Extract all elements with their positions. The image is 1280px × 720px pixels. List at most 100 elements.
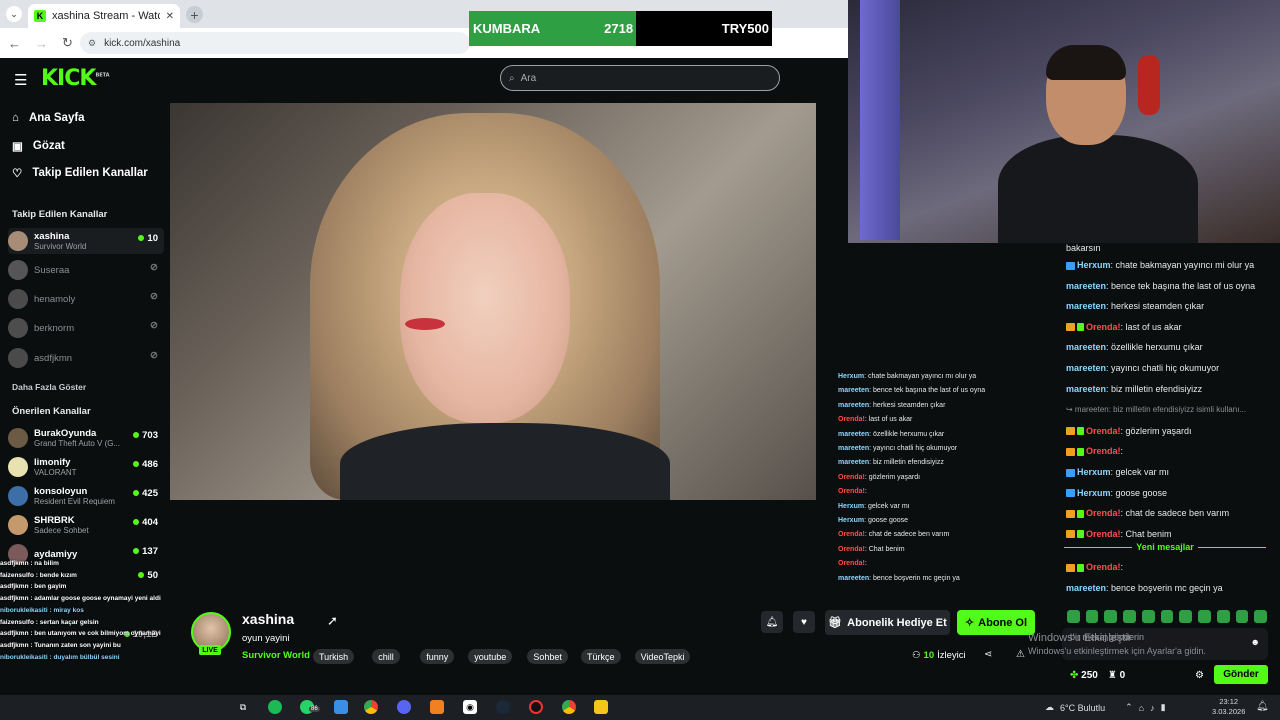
emote-icon[interactable]: [1104, 609, 1118, 623]
kick-logo[interactable]: KICKBETA: [41, 66, 110, 91]
show-more-link[interactable]: Daha Fazla Göster: [12, 382, 86, 392]
recommended-channel[interactable]: SHRBRK Sadece Sohbet 404: [8, 512, 164, 538]
hamburger-menu-icon[interactable]: ☰: [14, 71, 27, 89]
recommended-channel[interactable]: konsoloyun Resident Evil Requiem 425: [8, 483, 164, 509]
stream-tag[interactable]: chill: [372, 649, 400, 664]
battery-icon[interactable]: ▮: [1161, 702, 1166, 713]
points-display[interactable]: ✤ 250: [1070, 670, 1098, 681]
chat-message[interactable]: Herxum: goose goose: [1060, 483, 1280, 504]
chat-username[interactable]: mareeten: [1066, 583, 1106, 593]
nav-following[interactable]: ♡ Takip Edilen Kanallar: [12, 166, 148, 180]
nav-browse[interactable]: ▣ Gözat: [12, 139, 65, 153]
chat-username[interactable]: mareeten: [1066, 281, 1106, 291]
followed-channel-berknorm[interactable]: berknorm ⊘: [8, 315, 164, 341]
chat-message[interactable]: mareeten: bence boşverin mc geçin ya: [1060, 578, 1280, 599]
stream-tag[interactable]: funny: [420, 649, 455, 664]
chat-message[interactable]: Herxum: chate bakmayan yayıncı mi olur y…: [1060, 255, 1280, 276]
chat-message[interactable]: ↪ mareeten: biz milletin efendisiyizz is…: [1060, 399, 1280, 421]
tab-close-icon[interactable]: ✕: [166, 11, 174, 22]
chat-message[interactable]: mareeten: bence tek başına the last of u…: [1060, 276, 1280, 297]
follow-heart-button[interactable]: ♥: [793, 611, 815, 633]
stream-tag[interactable]: Sohbet: [527, 649, 568, 664]
subscribe-button[interactable]: ✧ Abone Ol: [957, 610, 1035, 635]
stream-tag[interactable]: youtube: [468, 649, 513, 664]
chrome-active-icon[interactable]: [562, 700, 576, 714]
streamer-name[interactable]: xashina: [242, 611, 294, 627]
steam-icon[interactable]: [496, 700, 510, 714]
tray-chevron-icon[interactable]: ⌃: [1125, 702, 1133, 713]
send-button[interactable]: Gönder: [1214, 665, 1268, 684]
chat-settings-icon[interactable]: ⚙: [1195, 670, 1204, 681]
chat-message[interactable]: Orenda!: chat de sadece ben varım: [1060, 503, 1280, 524]
new-tab-button[interactable]: +: [186, 6, 203, 23]
forward-icon[interactable]: →: [35, 36, 48, 51]
stream-tag[interactable]: VideoTepki: [634, 649, 691, 664]
emote-icon[interactable]: [1235, 609, 1249, 623]
stream-category[interactable]: Survivor World: [242, 650, 310, 661]
chat-username[interactable]: Orenda!: [1086, 322, 1121, 332]
emote-icon[interactable]: [1123, 609, 1136, 623]
notification-icon[interactable]: 🔔︎: [1256, 701, 1269, 712]
recommended-channel[interactable]: BurakOyunda Grand Theft Auto V (G... 703: [8, 425, 164, 451]
emote-icon[interactable]: [1198, 609, 1211, 623]
chat-username[interactable]: Herxum: [1077, 467, 1111, 477]
recommended-channel[interactable]: limonify VALORANT 486: [8, 454, 164, 480]
volume-icon[interactable]: ♪: [1150, 703, 1155, 713]
network-icon[interactable]: ⌂: [1139, 703, 1144, 713]
chat-username[interactable]: Orenda!: [1086, 529, 1121, 539]
chat-message[interactable]: mareeten: herkesi steamden çıkar: [1060, 296, 1280, 317]
chat-username[interactable]: Herxum: [1077, 260, 1111, 270]
files-icon[interactable]: [334, 700, 348, 714]
chat-message[interactable]: mareeten: biz milletin efendisiyizz: [1060, 379, 1280, 400]
chat-username[interactable]: Orenda!: [1086, 562, 1121, 572]
emote-icon[interactable]: [1179, 609, 1193, 623]
cloud-icon[interactable]: [430, 700, 444, 714]
chat-username[interactable]: mareeten: [1066, 363, 1106, 373]
reload-icon[interactable]: ↻: [62, 35, 73, 51]
url-field[interactable]: ⚙ kick.com/xashina: [80, 32, 470, 54]
chat-message[interactable]: Orenda!: gözlerim yaşardı: [1060, 421, 1280, 442]
spotify-icon[interactable]: [268, 700, 282, 714]
followed-channel-asdfjkmn[interactable]: asdfjkmn ⊘: [8, 345, 164, 371]
followed-channel-suseraa[interactable]: Suseraa ⊘: [8, 257, 164, 283]
chat-username[interactable]: mareeten: [1066, 301, 1106, 311]
back-icon[interactable]: ←: [8, 36, 21, 51]
task-view-icon[interactable]: ⧉: [236, 700, 250, 714]
chrome-icon[interactable]: [364, 700, 378, 714]
emote-icon[interactable]: [1085, 609, 1099, 623]
file-explorer-icon[interactable]: [594, 700, 608, 714]
chat-username[interactable]: Orenda!: [1086, 426, 1121, 436]
chat-username[interactable]: mareeten: [1066, 342, 1106, 352]
chat-message[interactable]: Orenda!:: [1060, 441, 1280, 462]
search-input[interactable]: ⌕ Ara: [500, 65, 780, 91]
chat-message[interactable]: mareeten: yayıncı chatli hiç okumuyor: [1060, 358, 1280, 379]
obs-icon[interactable]: ◉: [463, 700, 477, 714]
clock[interactable]: 23:12 3.03.2026: [1212, 697, 1245, 717]
stream-tag[interactable]: Turkish: [313, 649, 355, 664]
report-warning-icon[interactable]: ⚠: [1016, 649, 1025, 660]
chat-message[interactable]: Herxum: gelcek var mı: [1060, 462, 1280, 483]
riot-icon[interactable]: [529, 700, 543, 714]
chat-username[interactable]: Orenda!: [1086, 446, 1121, 456]
share-icon[interactable]: ⋖: [984, 649, 992, 660]
emote-icon[interactable]: [1254, 609, 1268, 623]
followed-channel-henamoly[interactable]: henamoly ⊘: [8, 286, 164, 312]
chat-username[interactable]: mareeten: [1066, 384, 1106, 394]
chat-username[interactable]: Orenda!: [1086, 508, 1121, 518]
browser-tab[interactable]: K xashina Stream - Watch Live on ✕: [28, 4, 180, 28]
nav-home[interactable]: ⌂ Ana Sayfa: [12, 112, 85, 124]
chat-message[interactable]: Orenda!: last of us akar: [1060, 317, 1280, 338]
site-info-icon[interactable]: ⚙: [88, 38, 96, 49]
notification-bell-button[interactable]: 🔔︎: [761, 611, 783, 633]
tab-search-chevron-icon[interactable]: ⌄: [6, 6, 22, 22]
chat-message[interactable]: Orenda!:: [1060, 557, 1280, 578]
emote-icon[interactable]: [1160, 609, 1174, 623]
emote-icon[interactable]: [1216, 609, 1230, 623]
counter-display[interactable]: ♜ 0: [1108, 670, 1125, 681]
chat-username[interactable]: Herxum: [1077, 488, 1111, 498]
followed-channel-xashina[interactable]: xashina Survivor World 10: [8, 228, 164, 254]
video-player[interactable]: [170, 103, 816, 500]
stream-tag[interactable]: Türkçe: [581, 649, 621, 664]
discord-icon[interactable]: [397, 700, 411, 714]
emote-icon[interactable]: [1067, 609, 1080, 623]
